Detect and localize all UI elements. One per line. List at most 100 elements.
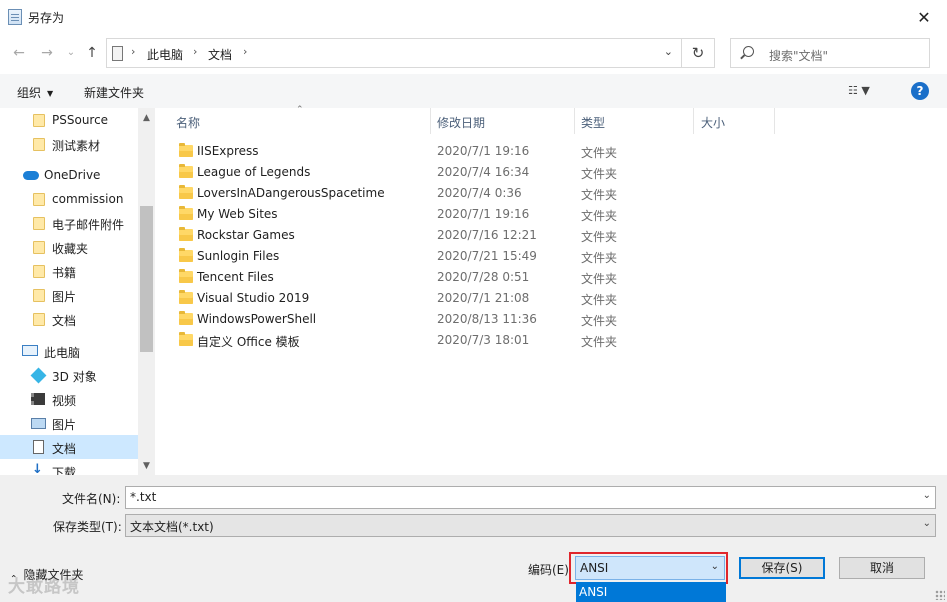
file-name: LoversInADangerousSpacetime — [197, 186, 385, 200]
file-date: 2020/7/3 18:01 — [437, 333, 530, 347]
column-header-name[interactable]: ⌃ 名称 — [156, 105, 431, 134]
folder-icon — [33, 289, 45, 302]
nav-item-label: 收藏夹 — [52, 242, 89, 256]
organize-button[interactable]: 组织 ▼ — [17, 84, 53, 101]
breadcrumb-documents[interactable]: 文档 — [208, 46, 232, 63]
filetype-select[interactable]: 文本文档(*.txt) ⌄ — [125, 514, 936, 537]
column-header-date[interactable]: 修改日期 — [431, 108, 575, 134]
onedrive-cloud-icon — [23, 171, 39, 180]
folder-icon — [179, 269, 193, 283]
file-date: 2020/7/4 0:36 — [437, 186, 522, 200]
file-row[interactable]: Sunlogin Files 2020/7/21 15:49 文件夹 — [156, 246, 947, 267]
resize-grip[interactable] — [935, 590, 945, 600]
nav-item-documents[interactable]: 文档 — [0, 435, 138, 459]
save-button[interactable]: 保存(S) — [739, 557, 825, 579]
file-date: 2020/7/28 0:51 — [437, 270, 530, 284]
nav-item-label: 此电脑 — [44, 346, 81, 360]
back-arrow-icon[interactable]: ← — [10, 44, 28, 62]
file-name: 自定义 Office 模板 — [197, 335, 300, 349]
filename-label: 文件名(N): — [62, 492, 121, 506]
encoding-select[interactable]: ANSI ⌄ — [575, 556, 725, 580]
address-row: ← → ⌄ ↑ › 此电脑 › 文档 › ⌄ ↻ 搜索"文档" — [0, 34, 947, 74]
notepad-app-icon — [8, 9, 22, 25]
file-row[interactable]: My Web Sites 2020/7/1 19:16 文件夹 — [156, 204, 947, 225]
close-icon[interactable]: ✕ — [901, 0, 947, 34]
file-row[interactable]: Tencent Files 2020/7/28 0:51 文件夹 — [156, 267, 947, 288]
nav-item-label: OneDrive — [44, 168, 101, 182]
forward-arrow-icon[interactable]: → — [38, 44, 56, 62]
refresh-icon[interactable]: ↻ — [682, 38, 715, 68]
nav-item-pictures-onedrive[interactable]: 图片 — [0, 283, 138, 307]
folder-icon — [179, 185, 193, 199]
file-row[interactable]: LoversInADangerousSpacetime 2020/7/4 0:3… — [156, 183, 947, 204]
column-header-size[interactable]: 大小 — [694, 108, 775, 134]
file-date: 2020/7/4 16:34 — [437, 165, 530, 179]
nav-item-this-pc[interactable]: 此电脑 — [0, 339, 138, 363]
documents-icon — [33, 440, 44, 454]
nav-item-downloads[interactable]: ↓ 下载 — [0, 459, 138, 475]
search-placeholder: 搜索"文档" — [769, 49, 829, 63]
nav-item-onedrive[interactable]: OneDrive — [0, 163, 138, 187]
nav-item-favorites[interactable]: 收藏夹 — [0, 235, 138, 259]
cancel-button[interactable]: 取消 — [839, 557, 925, 579]
scroll-up-icon[interactable]: ▲ — [138, 110, 155, 127]
breadcrumb-separator-icon[interactable]: › — [193, 45, 197, 58]
nav-scrollbar[interactable]: ▲ ▼ — [138, 108, 155, 475]
filename-input[interactable]: *.txt ⌄ — [125, 486, 936, 509]
up-arrow-icon[interactable]: ↑ — [83, 44, 101, 62]
scroll-down-icon[interactable]: ▼ — [138, 458, 155, 475]
nav-item-label: 文档 — [52, 314, 77, 328]
nav-item-documents-onedrive[interactable]: 文档 — [0, 307, 138, 331]
column-header-type[interactable]: 类型 — [575, 108, 694, 134]
breadcrumb-separator-icon[interactable]: › — [243, 45, 247, 58]
address-bar[interactable]: › 此电脑 › 文档 › ⌄ — [106, 38, 682, 68]
file-type: 文件夹 — [581, 335, 618, 349]
filename-dropdown-icon[interactable]: ⌄ — [923, 490, 931, 501]
file-row[interactable]: 自定义 Office 模板 2020/7/3 18:01 文件夹 — [156, 330, 947, 351]
nav-item-commission[interactable]: commission — [0, 187, 138, 211]
help-icon[interactable]: ? — [911, 82, 929, 100]
filetype-dropdown-icon[interactable]: ⌄ — [923, 518, 931, 529]
nav-item-label: 书籍 — [52, 266, 77, 280]
recent-locations-chevron-icon[interactable]: ⌄ — [62, 44, 80, 62]
encoding-option-ansi[interactable]: ANSI — [576, 582, 726, 602]
file-name: WindowsPowerShell — [197, 312, 317, 326]
file-row[interactable]: Visual Studio 2019 2020/7/1 21:08 文件夹 — [156, 288, 947, 309]
encoding-value: ANSI — [580, 561, 609, 575]
search-input[interactable]: 搜索"文档" — [730, 38, 930, 68]
filename-value: *.txt — [130, 490, 157, 504]
file-date: 2020/8/13 11:36 — [437, 312, 537, 326]
breadcrumb-separator-icon[interactable]: › — [131, 45, 135, 58]
nav-item-pictures[interactable]: 图片 — [0, 411, 138, 435]
breadcrumb-this-pc[interactable]: 此电脑 — [147, 46, 183, 63]
nav-item-email-attachments[interactable]: 电子邮件附件 — [0, 211, 138, 235]
file-date: 2020/7/16 12:21 — [437, 228, 537, 242]
file-type: 文件夹 — [581, 188, 618, 202]
file-type: 文件夹 — [581, 251, 618, 265]
folder-icon — [179, 143, 193, 157]
folder-icon — [33, 138, 45, 151]
nav-item-label: 图片 — [52, 418, 77, 432]
encoding-dropdown-icon[interactable]: ⌄ — [711, 561, 719, 572]
nav-item-label: 文档 — [52, 442, 77, 456]
sort-ascending-icon: ⌃ — [296, 105, 304, 115]
nav-item-test-material[interactable]: 测试素材 — [0, 132, 138, 156]
new-folder-button[interactable]: 新建文件夹 — [84, 84, 144, 101]
nav-item-3d-objects[interactable]: 3D 对象 — [0, 363, 138, 387]
file-row[interactable]: WindowsPowerShell 2020/8/13 11:36 文件夹 — [156, 309, 947, 330]
file-row[interactable]: IISExpress 2020/7/1 19:16 文件夹 — [156, 141, 947, 162]
navigation-pane: PSSource 测试素材 OneDrive commission 电子邮件附件… — [0, 108, 155, 475]
scroll-thumb[interactable] — [140, 206, 153, 352]
file-type: 文件夹 — [581, 230, 618, 244]
nav-item-books[interactable]: 书籍 — [0, 259, 138, 283]
file-row[interactable]: Rockstar Games 2020/7/16 12:21 文件夹 — [156, 225, 947, 246]
file-row[interactable]: League of Legends 2020/7/4 16:34 文件夹 — [156, 162, 947, 183]
nav-item-videos[interactable]: 视频 — [0, 387, 138, 411]
filetype-value: 文本文档(*.txt) — [130, 520, 214, 534]
download-icon: ↓ — [32, 462, 43, 475]
nav-item-label: PSSource — [52, 113, 109, 127]
file-name: Tencent Files — [197, 270, 274, 284]
nav-item-pssource[interactable]: PSSource — [0, 108, 138, 132]
address-dropdown-icon[interactable]: ⌄ — [664, 45, 673, 58]
change-view-icon[interactable]: ☷ ▼ — [848, 84, 870, 97]
